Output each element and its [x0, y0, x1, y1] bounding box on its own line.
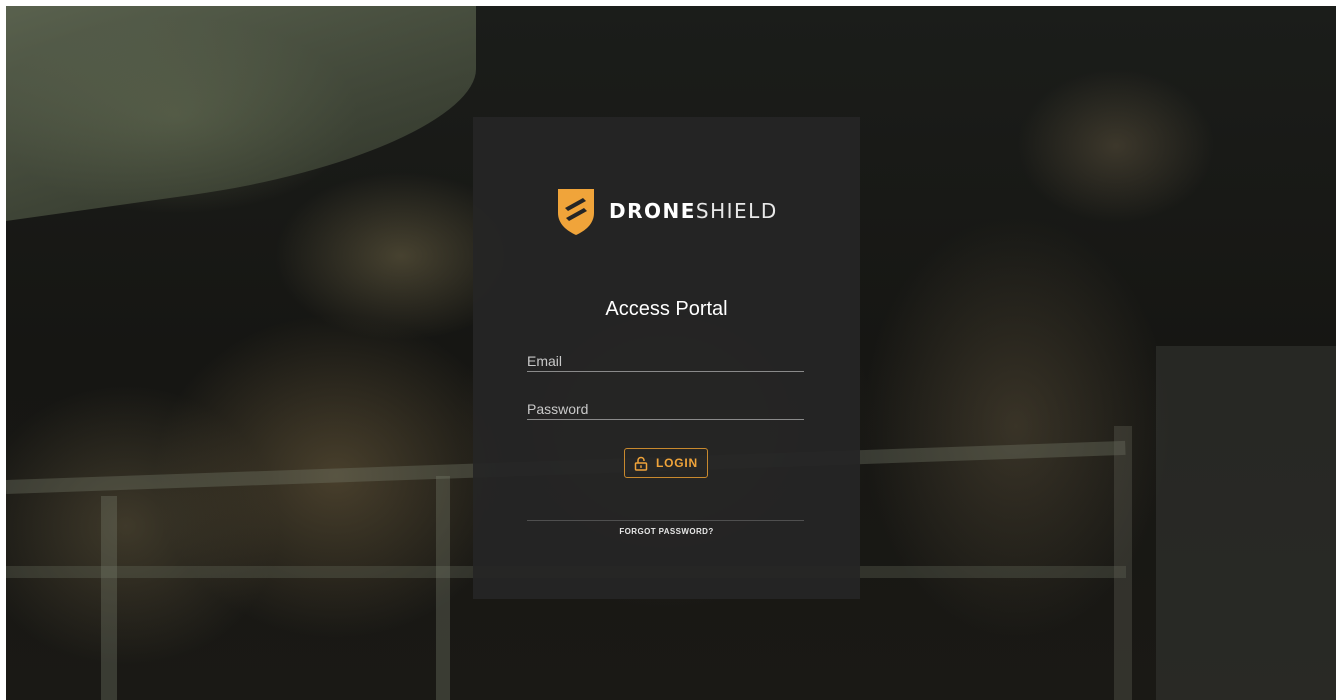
background-rail	[436, 476, 450, 700]
shield-logo-icon	[558, 189, 594, 235]
divider	[527, 520, 804, 521]
password-input[interactable]	[527, 401, 804, 417]
forgot-password-link[interactable]: FORGOT PASSWORD?	[473, 527, 860, 536]
background-rail	[1114, 426, 1132, 700]
brand-logo: DRONESHIELD	[555, 186, 778, 236]
brand-name-light: SHIELD	[695, 199, 778, 223]
email-input[interactable]	[527, 353, 804, 369]
lock-icon	[634, 456, 648, 471]
login-card: DRONESHIELD Access Portal LOGIN FORGOT P…	[473, 117, 860, 599]
brand-name: DRONESHIELD	[609, 199, 778, 223]
password-field	[527, 383, 804, 420]
page-title: Access Portal	[605, 298, 728, 320]
background-rail	[101, 496, 117, 700]
login-page: DRONESHIELD Access Portal LOGIN FORGOT P…	[0, 0, 1336, 700]
background-tarp	[6, 6, 476, 222]
login-button-label: LOGIN	[656, 456, 698, 470]
login-button[interactable]: LOGIN	[624, 448, 708, 478]
brand-name-bold: DRONE	[609, 199, 696, 223]
background-vehicle-panel	[1156, 346, 1336, 700]
email-field	[527, 335, 804, 372]
